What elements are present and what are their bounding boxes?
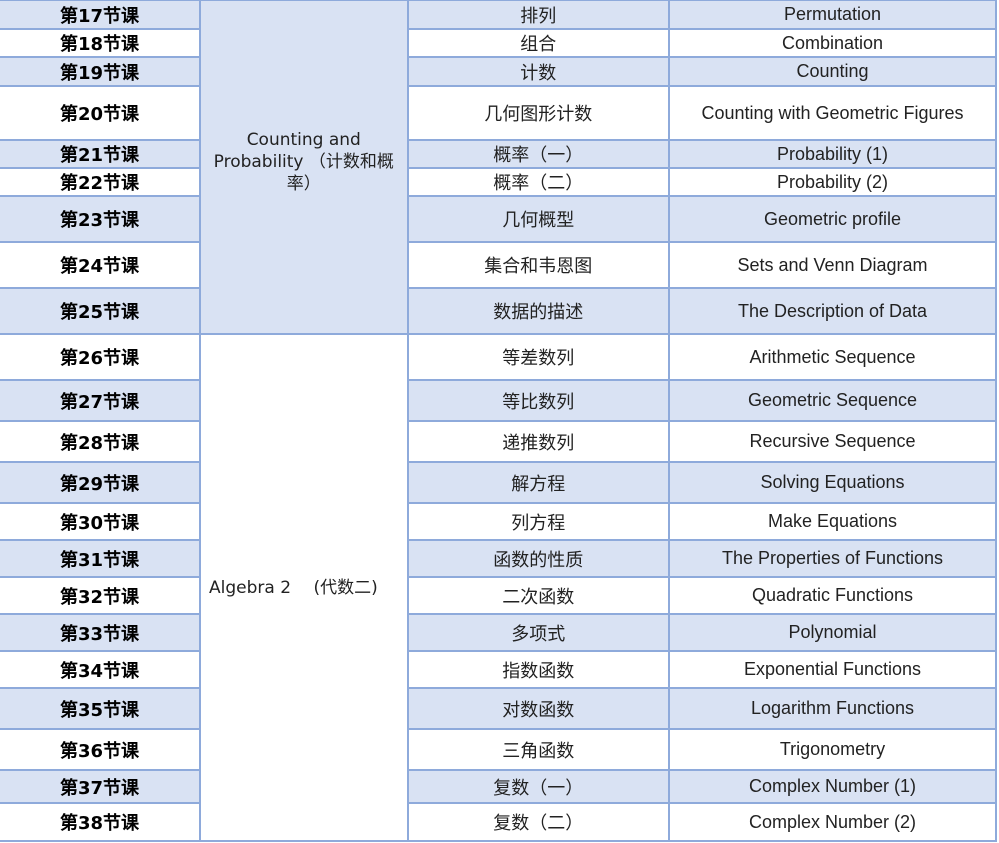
lesson-number-cell: 第18节课 bbox=[0, 28, 202, 58]
lesson-title-zh-cell: 递推数列 bbox=[406, 420, 671, 463]
lesson-number-cell: 第27节课 bbox=[0, 379, 202, 422]
lesson-number-cell: 第29节课 bbox=[0, 461, 202, 504]
lesson-title-zh-cell: 计数 bbox=[406, 56, 671, 87]
lesson-title-zh-cell: 组合 bbox=[406, 28, 671, 58]
lesson-number-cell: 第38节课 bbox=[0, 802, 202, 842]
table-row: 第21节课 概率（一） Probability (1) bbox=[0, 139, 997, 169]
lesson-title-en-cell: Exponential Functions bbox=[668, 650, 997, 689]
lesson-title-zh-cell: 复数（二） bbox=[406, 802, 671, 842]
table-row: 第22节课 概率（二） Probability (2) bbox=[0, 167, 997, 197]
lesson-title-en-cell: Probability (1) bbox=[668, 139, 997, 169]
lesson-number-cell: 第37节课 bbox=[0, 769, 202, 804]
table-row: 第35节课 对数函数 Logarithm Functions bbox=[0, 687, 997, 730]
lesson-number-cell: 第23节课 bbox=[0, 195, 202, 243]
lesson-title-zh-cell: 多项式 bbox=[406, 613, 671, 652]
lesson-title-en-cell: Logarithm Functions bbox=[668, 687, 997, 730]
lesson-title-en-cell: Recursive Sequence bbox=[668, 420, 997, 463]
table-row: 第33节课 多项式 Polynomial bbox=[0, 613, 997, 652]
table-row: 第23节课 几何概型 Geometric profile bbox=[0, 195, 997, 243]
table-row: 第17节课 Counting and Probability （计数和概率） 排列 P… bbox=[0, 0, 997, 335]
lesson-title-en-cell: Polynomial bbox=[668, 613, 997, 652]
table-row: 第26节课 Algebra 2 (代数二) 等差数列 Arithmetic Seque… bbox=[0, 333, 997, 842]
lesson-title-en-cell: Permutation bbox=[668, 0, 997, 30]
lesson-title-zh-cell: 对数函数 bbox=[406, 687, 671, 730]
table-row: 第32节课 二次函数 Quadratic Functions bbox=[0, 576, 997, 615]
table-row: 第36节课 三角函数 Trigonometry bbox=[0, 728, 997, 771]
lesson-title-en-cell: Combination bbox=[668, 28, 997, 58]
lesson-title-zh-cell: 指数函数 bbox=[406, 650, 671, 689]
lesson-title-en-cell: Quadratic Functions bbox=[668, 576, 997, 615]
table-row: 第37节课 复数（一） Complex Number (1) bbox=[0, 769, 997, 804]
table-row: 第18节课 组合 Combination bbox=[0, 28, 997, 58]
lesson-number-cell: 第20节课 bbox=[0, 85, 202, 141]
lesson-title-zh-cell: 排列 bbox=[406, 0, 671, 30]
lesson-number-cell: 第33节课 bbox=[0, 613, 202, 652]
lesson-title-zh-cell: 等差数列 bbox=[406, 333, 671, 381]
lesson-title-zh-cell: 概率（二） bbox=[406, 167, 671, 197]
lesson-title-en-cell: Make Equations bbox=[668, 502, 997, 541]
lesson-number-cell: 第22节课 bbox=[0, 167, 202, 197]
topic-group-cell: Algebra 2 (代数二) bbox=[199, 333, 409, 842]
table-row: 第24节课 集合和韦恩图 Sets and Venn Diagram bbox=[0, 241, 997, 289]
table-row: 第20节课 几何图形计数 Counting with Geometric Figur… bbox=[0, 85, 997, 141]
lesson-title-zh-cell: 几何图形计数 bbox=[406, 85, 671, 141]
lesson-title-zh-cell: 函数的性质 bbox=[406, 539, 671, 578]
table-row: 第30节课 列方程 Make Equations bbox=[0, 502, 997, 541]
lesson-title-en-cell: Geometric profile bbox=[668, 195, 997, 243]
table-row: 第34节课 指数函数 Exponential Functions bbox=[0, 650, 997, 689]
lesson-title-en-cell: Counting bbox=[668, 56, 997, 87]
lesson-number-cell: 第24节课 bbox=[0, 241, 202, 289]
table-row: 第25节课 数据的描述 The Description of Data bbox=[0, 287, 997, 335]
lesson-number-cell: 第26节课 bbox=[0, 333, 202, 381]
lesson-title-en-cell: The Description of Data bbox=[668, 287, 997, 335]
lesson-title-zh-cell: 解方程 bbox=[406, 461, 671, 504]
table-row: 第27节课 等比数列 Geometric Sequence bbox=[0, 379, 997, 422]
lesson-number-cell: 第35节课 bbox=[0, 687, 202, 730]
lesson-title-en-cell: Trigonometry bbox=[668, 728, 997, 771]
lesson-number-cell: 第34节课 bbox=[0, 650, 202, 689]
lesson-title-en-cell: Solving Equations bbox=[668, 461, 997, 504]
lesson-title-en-cell: Arithmetic Sequence bbox=[668, 333, 997, 381]
lesson-number-cell: 第21节课 bbox=[0, 139, 202, 169]
lesson-title-en-cell: Geometric Sequence bbox=[668, 379, 997, 422]
lesson-number-cell: 第30节课 bbox=[0, 502, 202, 541]
lesson-title-en-cell: Complex Number (1) bbox=[668, 769, 997, 804]
table-row: 第38节课 复数（二） Complex Number (2) bbox=[0, 802, 997, 842]
lesson-title-en-cell: Probability (2) bbox=[668, 167, 997, 197]
lesson-title-en-cell: The Properties of Functions bbox=[668, 539, 997, 578]
lesson-title-zh-cell: 列方程 bbox=[406, 502, 671, 541]
lesson-number-cell: 第25节课 bbox=[0, 287, 202, 335]
lesson-title-zh-cell: 二次函数 bbox=[406, 576, 671, 615]
table-row: 第29节课 解方程 Solving Equations bbox=[0, 461, 997, 504]
curriculum-table: 第17节课 Counting and Probability （计数和概率） 排列 P… bbox=[0, 0, 997, 842]
lesson-title-zh-cell: 概率（一） bbox=[406, 139, 671, 169]
lesson-title-zh-cell: 等比数列 bbox=[406, 379, 671, 422]
table-row: 第28节课 递推数列 Recursive Sequence bbox=[0, 420, 997, 463]
lesson-title-en-cell: Complex Number (2) bbox=[668, 802, 997, 842]
lesson-title-zh-cell: 数据的描述 bbox=[406, 287, 671, 335]
lesson-number-cell: 第36节课 bbox=[0, 728, 202, 771]
lesson-title-zh-cell: 复数（一） bbox=[406, 769, 671, 804]
lesson-number-cell: 第19节课 bbox=[0, 56, 202, 87]
lesson-number-cell: 第17节课 bbox=[0, 0, 202, 30]
lesson-number-cell: 第28节课 bbox=[0, 420, 202, 463]
lesson-title-en-cell: Sets and Venn Diagram bbox=[668, 241, 997, 289]
table-row: 第31节课 函数的性质 The Properties of Functions bbox=[0, 539, 997, 578]
lesson-title-zh-cell: 几何概型 bbox=[406, 195, 671, 243]
lesson-number-cell: 第31节课 bbox=[0, 539, 202, 578]
topic-group-cell: Counting and Probability （计数和概率） bbox=[199, 0, 409, 335]
lesson-title-zh-cell: 集合和韦恩图 bbox=[406, 241, 671, 289]
table-row: 第19节课 计数 Counting bbox=[0, 56, 997, 87]
lesson-title-en-cell: Counting with Geometric Figures bbox=[668, 85, 997, 141]
lesson-title-zh-cell: 三角函数 bbox=[406, 728, 671, 771]
lesson-number-cell: 第32节课 bbox=[0, 576, 202, 615]
